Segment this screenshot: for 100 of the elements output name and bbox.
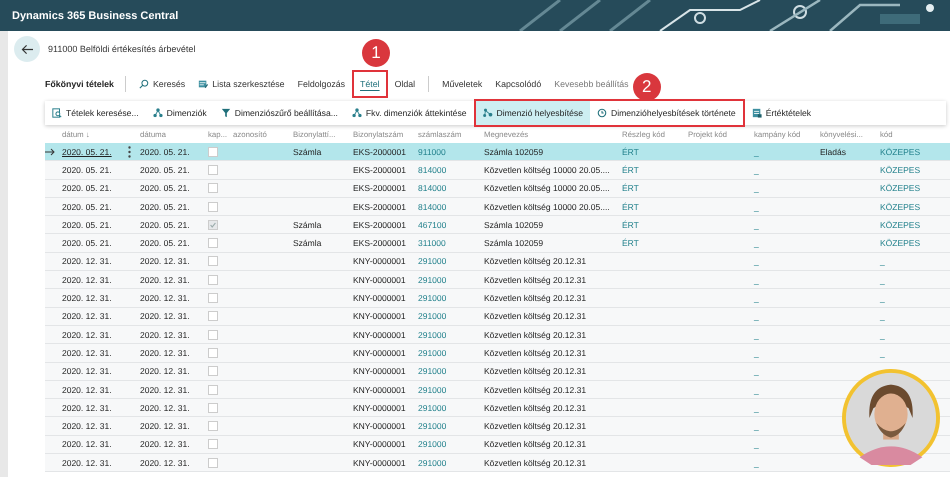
table-row[interactable]: 2020. 12. 31. 2020. 12. 31. KNY-0000001 291000 Közvetlen költség 20.12.31 _ bbox=[45, 362, 950, 381]
campaign-link[interactable]: _ bbox=[754, 220, 759, 230]
department-link[interactable]: ÉRT bbox=[622, 202, 639, 212]
department-link[interactable]: ÉRT bbox=[622, 146, 639, 157]
campaign-link[interactable]: _ bbox=[754, 238, 759, 248]
more-options-icon[interactable] bbox=[128, 146, 131, 158]
account-link[interactable]: 291000 bbox=[418, 366, 446, 376]
checkbox[interactable] bbox=[208, 238, 218, 248]
account-link[interactable]: 291000 bbox=[418, 330, 446, 340]
campaign-link[interactable]: _ bbox=[754, 439, 759, 450]
ribbon-action[interactable]: Dimenziók bbox=[146, 101, 214, 125]
code-link[interactable]: _ bbox=[880, 256, 885, 266]
account-link[interactable]: 291000 bbox=[418, 348, 446, 358]
ribbon-action[interactable]: Fkv. dimenziók áttekintése bbox=[344, 101, 474, 125]
action-tab[interactable]: Feldolgozás bbox=[292, 75, 352, 93]
checkbox[interactable] bbox=[208, 256, 218, 266]
account-link[interactable]: 911000 bbox=[418, 146, 446, 157]
checkbox[interactable] bbox=[208, 274, 218, 285]
action-tab[interactable]: Oldal bbox=[388, 75, 422, 93]
department-link[interactable]: ÉRT bbox=[622, 220, 639, 230]
account-link[interactable]: 291000 bbox=[418, 402, 446, 413]
department-link[interactable]: ÉRT bbox=[622, 183, 639, 194]
action-tab[interactable]: Tétel bbox=[354, 75, 386, 93]
code-link[interactable]: _ bbox=[880, 311, 885, 322]
checkbox[interactable] bbox=[208, 384, 218, 394]
table-row[interactable]: 2020. 05. 21. 2020. 05. 21. EKS-2000001 814000 Közvetlen költség 10000 20.05.... ÉRT _ KÖZEPES bbox=[45, 161, 950, 180]
checkbox[interactable] bbox=[208, 439, 218, 450]
code-link[interactable]: KÖZEPES bbox=[880, 164, 920, 175]
campaign-link[interactable]: _ bbox=[754, 384, 759, 394]
table-row[interactable]: 2020. 12. 31. 2020. 12. 31. KNY-0000001 291000 Közvetlen költség 20.12.31 _ _ bbox=[45, 289, 950, 308]
table-row[interactable]: 2020. 12. 31. 2020. 12. 31. KNY-0000001 291000 Közvetlen költség 20.12.31 _ _ bbox=[45, 326, 950, 344]
campaign-link[interactable]: _ bbox=[754, 311, 759, 322]
account-link[interactable]: 814000 bbox=[418, 164, 446, 175]
checkbox[interactable] bbox=[208, 348, 218, 358]
campaign-link[interactable]: _ bbox=[754, 146, 759, 157]
account-link[interactable]: 467100 bbox=[418, 220, 446, 230]
checkbox[interactable] bbox=[208, 421, 218, 432]
campaign-link[interactable]: _ bbox=[754, 202, 759, 212]
table-row[interactable]: 2020. 05. 21. 2020. 05. 21. Számla EKS-2000001 467100 Számla 102059 ÉRT _ KÖZEPES bbox=[45, 216, 950, 234]
account-link[interactable]: 291000 bbox=[418, 421, 446, 432]
campaign-link[interactable]: _ bbox=[754, 274, 759, 285]
checkbox[interactable] bbox=[208, 202, 218, 212]
table-row[interactable]: 2020. 05. 21. 2020. 05. 21. Számla EKS-2000001 911000 Számla 102059 ÉRT _ Eladás KÖZEPES bbox=[45, 143, 950, 162]
table-row[interactable]: 2020. 12. 31. 2020. 12. 31. KNY-0000001 291000 Közvetlen költség 20.12.31 _ bbox=[45, 454, 950, 472]
action-tab[interactable]: Keresés bbox=[132, 75, 192, 93]
table-row[interactable]: 2020. 12. 31. 2020. 12. 31. KNY-0000001 291000 Közvetlen költség 20.12.31 _ _ bbox=[45, 252, 950, 272]
ribbon-action[interactable]: Dimenziószűrő beállítása... bbox=[214, 101, 345, 125]
code-link[interactable]: _ bbox=[880, 330, 885, 340]
account-link[interactable]: 291000 bbox=[418, 256, 446, 266]
campaign-link[interactable]: _ bbox=[754, 458, 759, 468]
account-link[interactable]: 291000 bbox=[418, 274, 446, 285]
action-tab[interactable]: Kevesebb beállítás bbox=[548, 75, 635, 93]
account-link[interactable]: 291000 bbox=[418, 311, 446, 322]
account-link[interactable]: 814000 bbox=[418, 202, 446, 212]
department-link[interactable]: ÉRT bbox=[622, 164, 639, 175]
campaign-link[interactable]: _ bbox=[754, 256, 759, 266]
checkbox[interactable] bbox=[208, 458, 218, 468]
checkbox[interactable] bbox=[208, 330, 218, 340]
checkbox[interactable] bbox=[208, 220, 218, 230]
campaign-link[interactable]: _ bbox=[754, 348, 759, 358]
account-link[interactable]: 814000 bbox=[418, 183, 446, 194]
checkbox[interactable] bbox=[208, 183, 218, 194]
table-row[interactable]: 2020. 12. 31. 2020. 12. 31. KNY-0000001 291000 Közvetlen költség 20.12.31 _ _ bbox=[45, 308, 950, 326]
campaign-link[interactable]: _ bbox=[754, 330, 759, 340]
table-row[interactable]: 2020. 05. 21. 2020. 05. 21. Számla EKS-2000001 311000 Számla 102059 ÉRT _ KÖZEPES bbox=[45, 234, 950, 253]
ribbon-action[interactable]: Értéktételek bbox=[744, 101, 818, 125]
table-row[interactable]: 2020. 05. 21. 2020. 05. 21. EKS-2000001 814000 Közvetlen költség 10000 20.05.... ÉRT _ KÖZEPES bbox=[45, 198, 950, 216]
action-tab[interactable]: Kapcsolódó bbox=[489, 75, 548, 93]
campaign-link[interactable]: _ bbox=[754, 421, 759, 432]
account-link[interactable]: 291000 bbox=[418, 439, 446, 450]
checkbox[interactable] bbox=[208, 366, 218, 376]
account-link[interactable]: 291000 bbox=[418, 293, 446, 304]
action-tab[interactable]: Lista szerkesztése bbox=[192, 75, 291, 93]
account-link[interactable]: 311000 bbox=[418, 238, 446, 248]
code-link[interactable]: KÖZEPES bbox=[880, 183, 920, 194]
code-link[interactable]: KÖZEPES bbox=[880, 146, 920, 157]
table-row[interactable]: 2020. 12. 31. 2020. 12. 31. KNY-0000001 291000 Közvetlen költség 20.12.31 _ _ bbox=[45, 344, 950, 363]
checkbox[interactable] bbox=[208, 146, 218, 157]
checkbox[interactable] bbox=[208, 164, 218, 175]
checkbox[interactable] bbox=[208, 402, 218, 413]
table-row[interactable]: 2020. 12. 31. 2020. 12. 31. KNY-0000001 291000 Közvetlen költség 20.12.31 _ _ bbox=[45, 271, 950, 290]
table-row[interactable]: 2020. 05. 21. 2020. 05. 21. EKS-2000001 814000 Közvetlen költség 10000 20.05.... ÉRT _ KÖZEPES bbox=[45, 180, 950, 198]
account-link[interactable]: 291000 bbox=[418, 458, 446, 468]
checkbox[interactable] bbox=[208, 311, 218, 322]
campaign-link[interactable]: _ bbox=[754, 183, 759, 194]
table-row[interactable]: 2020. 12. 31. 2020. 12. 31. KNY-0000001 291000 Közvetlen költség 20.12.31 _ bbox=[45, 399, 950, 418]
campaign-link[interactable]: _ bbox=[754, 402, 759, 413]
back-button[interactable] bbox=[14, 36, 40, 62]
campaign-link[interactable]: _ bbox=[754, 293, 759, 304]
account-link[interactable]: 291000 bbox=[418, 384, 446, 394]
checkbox[interactable] bbox=[208, 293, 218, 304]
code-link[interactable]: KÖZEPES bbox=[880, 202, 920, 212]
ribbon-action[interactable]: Dimenzióhelyesbítések története bbox=[590, 101, 743, 125]
code-link[interactable]: _ bbox=[880, 274, 885, 285]
code-link[interactable]: _ bbox=[880, 293, 885, 304]
code-link[interactable]: KÖZEPES bbox=[880, 220, 920, 230]
action-tab[interactable]: Műveletek bbox=[436, 75, 488, 93]
ribbon-action[interactable]: Dimenzió helyesbítése bbox=[476, 101, 590, 125]
department-link[interactable]: ÉRT bbox=[622, 238, 639, 248]
code-link[interactable]: KÖZEPES bbox=[880, 238, 920, 248]
